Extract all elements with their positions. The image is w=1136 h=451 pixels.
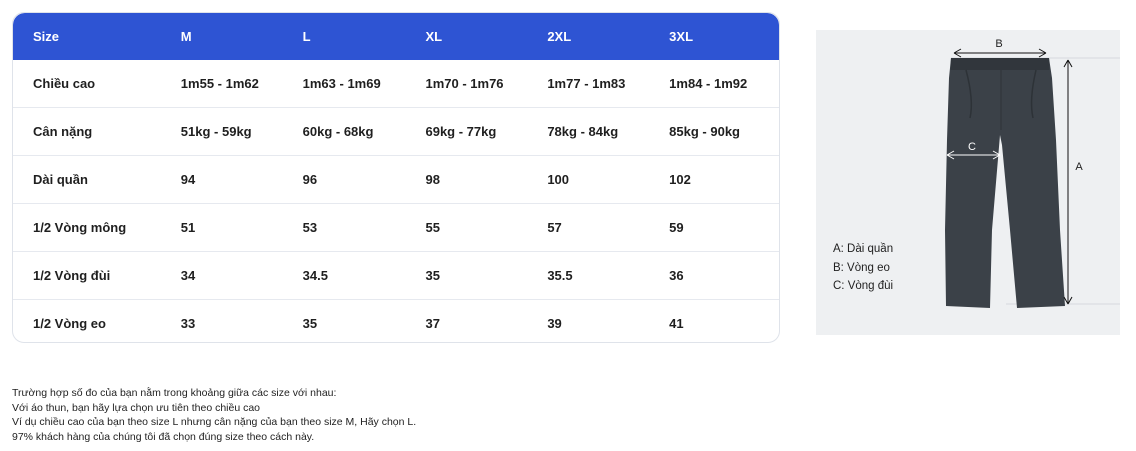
table-cell: 35 bbox=[425, 268, 440, 283]
table-cell: 34 bbox=[180, 268, 196, 283]
table-cell: 39 bbox=[547, 316, 562, 331]
header-cell-2xl: 2XL bbox=[547, 29, 572, 44]
table-cell: 85kg - 90kg bbox=[669, 124, 740, 139]
header-cell-xl: XL bbox=[425, 29, 443, 44]
table-cell: 1m63 - 1m69 bbox=[302, 76, 381, 91]
note-line: 97% khách hàng của chúng tôi đã chọn đún… bbox=[12, 430, 315, 443]
note-line: Trường hợp số đo của bạn nằm trong khoản… bbox=[12, 387, 337, 399]
table-cell: 94 bbox=[180, 172, 196, 187]
legend-item-thigh: C: Vòng đùi bbox=[833, 280, 894, 292]
size-advice-notes: Trường hợp số đo của bạn nằm trong khoản… bbox=[12, 386, 416, 444]
row-label: Chiều cao bbox=[33, 76, 96, 91]
table-cell: 51 bbox=[180, 220, 196, 235]
row-label: 1/2 Vòng đùi bbox=[33, 268, 111, 283]
table-row: Chiều cao 1m55 - 1m62 1m63 - 1m69 1m70 -… bbox=[13, 60, 779, 107]
table-cell: 36 bbox=[669, 268, 684, 283]
table-cell: 96 bbox=[302, 172, 318, 187]
table-cell: 34.5 bbox=[302, 268, 328, 283]
table-cell: 1m77 - 1m83 bbox=[547, 76, 626, 91]
header-cell-3xl: 3XL bbox=[669, 29, 694, 44]
table-cell: 100 bbox=[547, 172, 570, 187]
table-cell: 69kg - 77kg bbox=[425, 124, 497, 139]
table-row: Cân nặng 51kg - 59kg 60kg - 68kg 69kg - … bbox=[13, 107, 779, 155]
label-b: B bbox=[995, 38, 1002, 50]
row-label: Cân nặng bbox=[33, 124, 93, 139]
table-row: Dài quần 94 96 98 100 102 bbox=[13, 155, 779, 203]
size-table-body: Chiều cao 1m55 - 1m62 1m63 - 1m69 1m70 -… bbox=[13, 60, 779, 342]
table-cell: 35 bbox=[302, 316, 318, 331]
label-a: A bbox=[1075, 161, 1083, 173]
table-cell: 35.5 bbox=[547, 268, 573, 283]
table-cell: 57 bbox=[547, 220, 562, 235]
table-cell: 55 bbox=[425, 220, 440, 235]
size-table-header: Size M L XL 2XL 3XL bbox=[13, 13, 779, 60]
table-cell: 41 bbox=[669, 316, 684, 331]
header-cell-m: M bbox=[180, 29, 192, 44]
note-line: Ví dụ chiều cao của bạn theo size L nhưn… bbox=[12, 416, 417, 428]
legend-item-waist: B: Vòng eo bbox=[833, 261, 890, 274]
row-label: Dài quần bbox=[33, 172, 88, 187]
measurement-legend: A: Dài quần B: Vòng eo C: Vòng đùi bbox=[833, 240, 893, 296]
length-measure-arrow bbox=[1063, 59, 1073, 305]
table-cell: 33 bbox=[180, 316, 196, 331]
table-cell: 60kg - 68kg bbox=[302, 124, 374, 139]
table-cell: 98 bbox=[425, 172, 440, 187]
table-cell: 78kg - 84kg bbox=[547, 124, 619, 139]
header-cell-l: L bbox=[302, 29, 311, 44]
table-row: 1/2 Vòng đùi 34 34.5 35 35.5 36 bbox=[13, 251, 779, 299]
pants-measurement-diagram: B C A A: Dài quần B: Vòng eo C: Vòng đùi bbox=[816, 30, 1120, 335]
table-row: 1/2 Vòng mông 51 53 55 57 59 bbox=[13, 203, 779, 251]
pants-shape bbox=[945, 58, 1065, 308]
table-cell: 53 bbox=[302, 220, 318, 235]
legend-item-length: A: Dài quần bbox=[833, 243, 894, 255]
row-label: 1/2 Vòng mông bbox=[33, 220, 127, 235]
label-c: C bbox=[968, 141, 976, 153]
size-table: Size M L XL 2XL 3XL Chiều cao 1m55 - 1m6… bbox=[12, 12, 780, 343]
waist-measure-arrow bbox=[953, 48, 1047, 58]
row-label: 1/2 Vòng eo bbox=[33, 316, 106, 331]
note-line: Với áo thun, bạn hãy lựa chọn ưu tiên th… bbox=[12, 401, 261, 414]
table-cell: 1m70 - 1m76 bbox=[425, 76, 504, 91]
table-cell: 37 bbox=[425, 316, 440, 331]
table-row: 1/2 Vòng eo 33 35 37 39 41 bbox=[13, 299, 779, 342]
table-cell: 1m55 - 1m62 bbox=[180, 76, 259, 91]
table-cell: 51kg - 59kg bbox=[180, 124, 252, 139]
table-cell: 59 bbox=[669, 220, 684, 235]
table-cell: 1m84 - 1m92 bbox=[669, 76, 748, 91]
header-cell-size: Size bbox=[33, 29, 60, 44]
table-cell: 102 bbox=[669, 172, 691, 187]
